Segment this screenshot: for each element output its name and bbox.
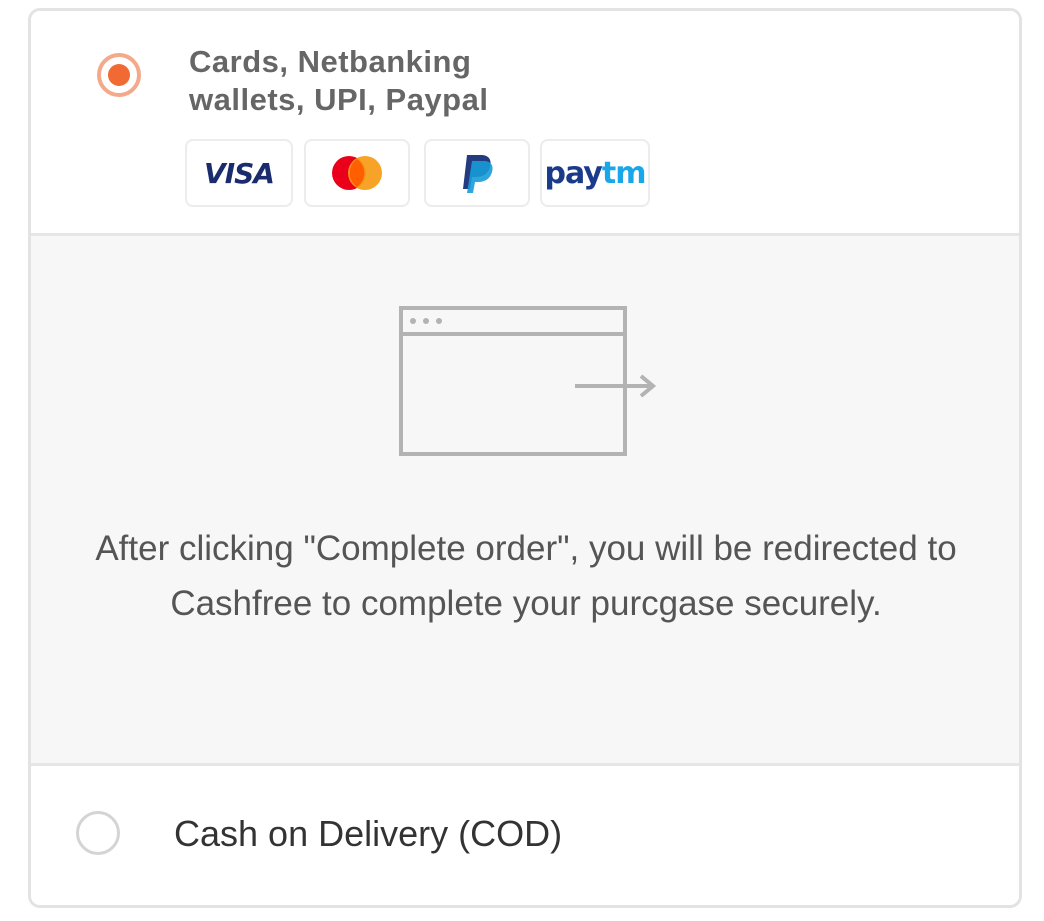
paypal-logo	[424, 139, 530, 207]
visa-logo: VISA	[185, 139, 293, 207]
online-payment-radio[interactable]	[97, 53, 141, 97]
paytm-logo-text: paytm	[544, 155, 647, 191]
cod-radio[interactable]	[76, 811, 120, 855]
paytm-logo: paytm	[540, 139, 650, 207]
browser-window-redirect-icon	[399, 306, 657, 456]
mastercard-icon	[332, 156, 382, 190]
mastercard-logo	[304, 139, 410, 207]
online-payment-label[interactable]: Cards, Netbanking wallets, UPI, Paypal	[189, 43, 689, 119]
payment-method-card: Cards, Netbanking wallets, UPI, Paypal V…	[28, 8, 1022, 908]
redirect-info-panel: After clicking "Complete order", you wil…	[31, 236, 1019, 766]
online-payment-label-line2: wallets, UPI, Paypal	[189, 82, 489, 117]
visa-logo-text: VISA	[204, 156, 275, 190]
paytm-logo-text-pay: pay	[544, 155, 603, 191]
cod-label[interactable]: Cash on Delivery (COD)	[174, 811, 562, 857]
online-payment-label-line1: Cards, Netbanking	[189, 44, 472, 79]
redirect-message: After clicking "Complete order", you wil…	[95, 529, 957, 623]
paytm-logo-text-tm: tm	[601, 155, 647, 191]
paypal-icon	[463, 155, 493, 193]
online-payment-option[interactable]: Cards, Netbanking wallets, UPI, Paypal V…	[31, 11, 1019, 236]
